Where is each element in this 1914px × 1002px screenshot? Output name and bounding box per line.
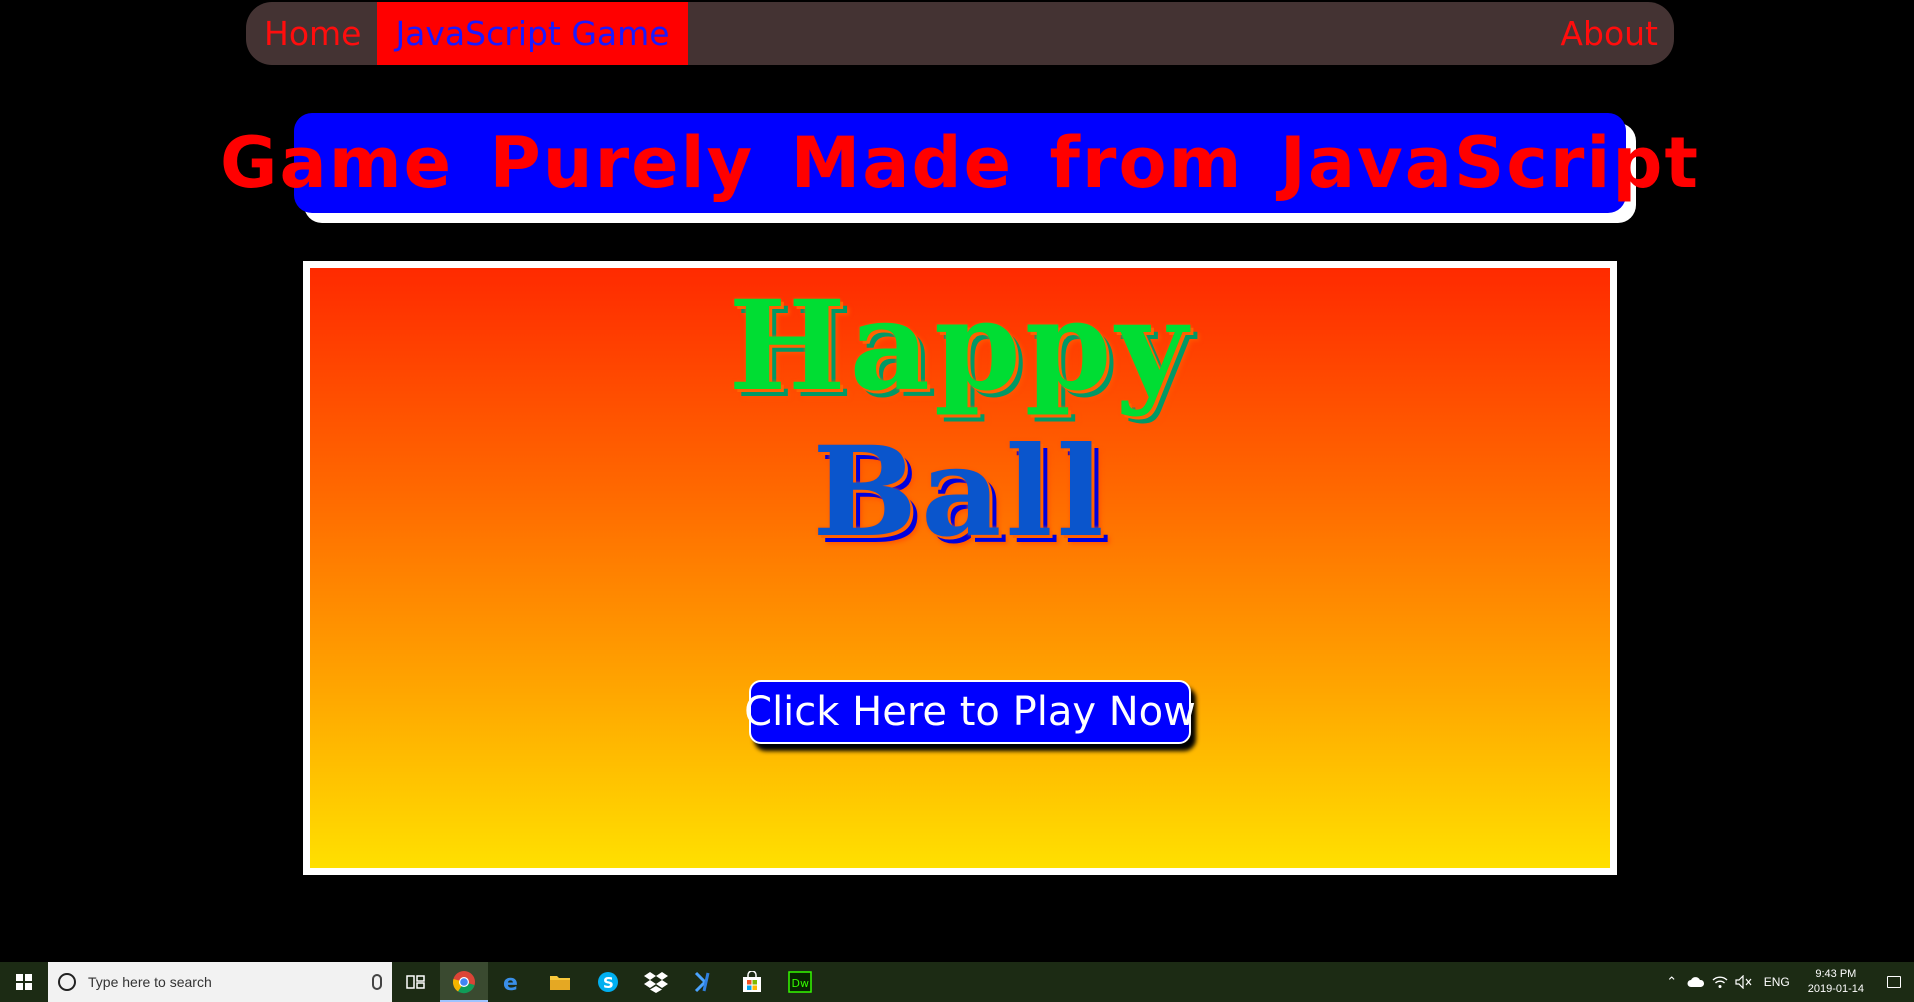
store-icon (743, 971, 761, 992)
windows-icon (16, 974, 32, 990)
search-placeholder: Type here to search (88, 974, 212, 990)
action-center-button[interactable] (1874, 976, 1914, 988)
taskbar-app-edge[interactable]: e (488, 962, 536, 1002)
microphone-icon[interactable] (372, 974, 382, 990)
cortana-icon (58, 973, 76, 991)
nav-home[interactable]: Home (246, 2, 377, 65)
wifi-icon[interactable] (1708, 975, 1732, 989)
onedrive-icon[interactable] (1684, 976, 1708, 988)
notification-icon (1887, 976, 1901, 988)
edge-icon: e (503, 971, 518, 993)
dreamweaver-icon: Dw (788, 971, 812, 993)
task-view-icon (406, 975, 425, 989)
svg-text:Dw: Dw (792, 977, 809, 990)
folder-icon (550, 976, 570, 990)
page-title: Game Purely Made from JavaScript (220, 122, 1700, 204)
taskbar: Type here to search e S Dw ⌃ ENG 9:43 PM… (0, 962, 1914, 1002)
taskbar-app-dropbox[interactable] (632, 962, 680, 1002)
nav-about[interactable]: About (1544, 2, 1674, 65)
page-banner: Game Purely Made from JavaScript (220, 113, 1698, 213)
game-title-line2: Ball (812, 420, 1108, 565)
game-canvas: Happy Ball Click Here to Play Now (303, 261, 1617, 875)
taskbar-app-file-explorer[interactable] (536, 962, 584, 1002)
dropbox-icon (644, 972, 668, 993)
task-view-button[interactable] (392, 962, 440, 1002)
svg-text:S: S (603, 974, 614, 992)
chrome-icon (452, 971, 475, 994)
volume-muted-icon[interactable] (1732, 975, 1756, 989)
taskbar-search-box[interactable]: Type here to search (48, 962, 392, 1002)
top-navbar: Home JavaScript Game About (246, 2, 1674, 65)
taskbar-app-store[interactable] (728, 962, 776, 1002)
visual-studio-icon (694, 971, 710, 993)
taskbar-app-vscode[interactable] (680, 962, 728, 1002)
chevron-up-icon[interactable]: ⌃ (1660, 974, 1684, 990)
taskbar-app-chrome[interactable] (440, 962, 488, 1002)
clock[interactable]: 9:43 PM 2019-01-14 (1798, 967, 1874, 997)
game-title-line1: Happy (728, 274, 1192, 419)
svg-text:e: e (503, 971, 518, 993)
taskbar-app-dreamweaver[interactable]: Dw (776, 962, 824, 1002)
clock-date: 2019-01-14 (1807, 983, 1864, 995)
start-button[interactable] (0, 962, 48, 1002)
clock-time: 9:43 PM (1815, 968, 1857, 980)
language-indicator[interactable]: ENG (1756, 975, 1798, 989)
nav-javascript-game[interactable]: JavaScript Game (377, 2, 688, 65)
play-now-button[interactable]: Click Here to Play Now (744, 680, 1196, 744)
system-tray: ⌃ ENG 9:43 PM 2019-01-14 (1660, 962, 1914, 1002)
skype-icon: S (598, 972, 618, 992)
taskbar-app-skype[interactable]: S (584, 962, 632, 1002)
